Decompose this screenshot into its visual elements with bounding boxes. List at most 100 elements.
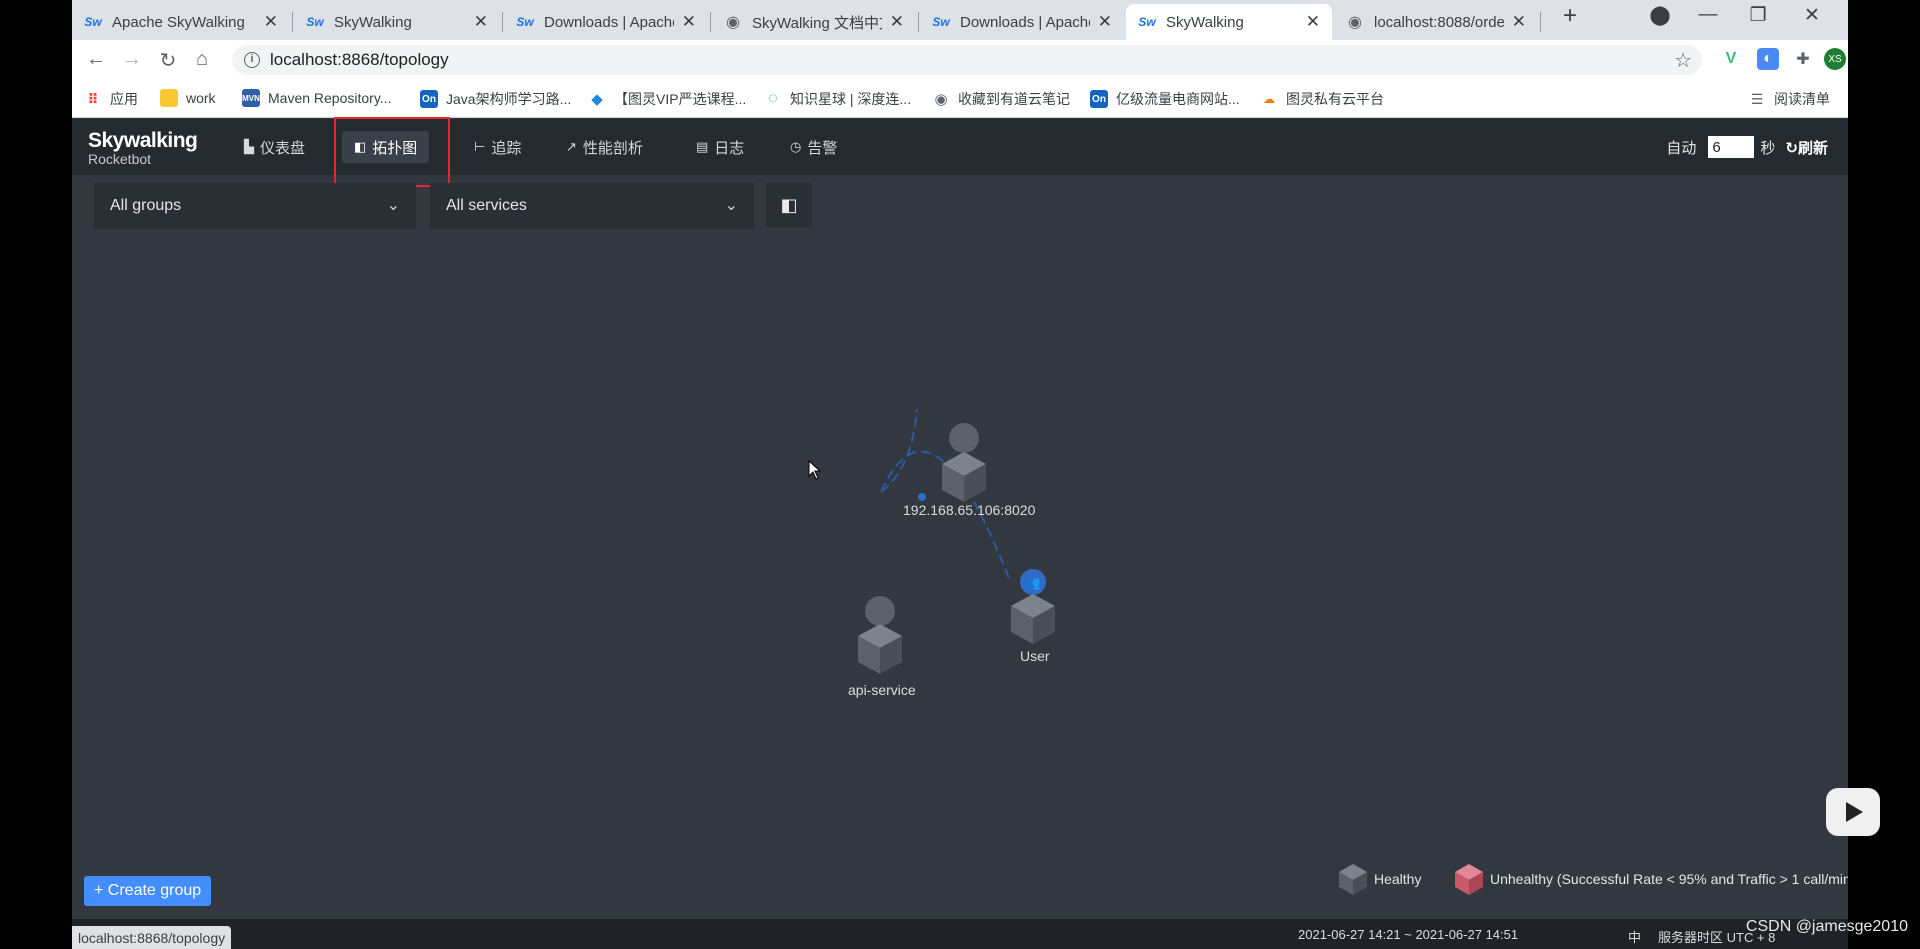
nav-alarm[interactable]: ◷ 告警: [778, 131, 849, 163]
topology-node-remote[interactable]: [942, 423, 986, 502]
create-group-button[interactable]: + Create group: [84, 876, 212, 906]
close-icon[interactable]: ✕: [474, 12, 488, 32]
auto-seconds-input[interactable]: [1708, 136, 1755, 158]
maximize-button[interactable]: ❐: [1740, 4, 1776, 27]
bookmark-star-icon[interactable]: ☆: [1674, 48, 1692, 73]
topology-graph: 👥: [858, 408, 1055, 674]
reading-list-icon: ☰: [1750, 90, 1764, 107]
group-select-value: All groups: [110, 197, 182, 214]
video-play-button[interactable]: [1826, 788, 1880, 836]
reload-button[interactable]: ↻: [154, 48, 182, 73]
nav-label: 仪表盘: [260, 139, 306, 157]
forward-button[interactable]: →: [118, 48, 146, 71]
browser-tab[interactable]: Sw Downloads | Apache ✕: [504, 4, 708, 40]
extensions-puzzle-icon[interactable]: ✚: [1792, 48, 1814, 70]
close-icon[interactable]: ✕: [1306, 12, 1320, 32]
nav-dashboard[interactable]: ▙ 仪表盘: [232, 131, 317, 163]
tab-title: SkyWalking: [334, 13, 412, 31]
legend-unhealthy-label: Unhealthy (Successful Rate < 95% and Tra…: [1490, 871, 1848, 887]
close-icon[interactable]: ✕: [682, 12, 696, 32]
home-button[interactable]: ⌂: [188, 48, 216, 71]
close-icon[interactable]: ✕: [264, 12, 278, 32]
topology-node-api-service[interactable]: [858, 596, 902, 674]
close-icon[interactable]: ✕: [1098, 12, 1112, 32]
topology-edge[interactable]: [880, 408, 918, 493]
bookmark-zsxq[interactable]: ◌ 知识星球 | 深度连...: [764, 89, 911, 109]
tab-title: SkyWalking: [1166, 13, 1244, 31]
skywalking-icon: Sw: [1138, 15, 1156, 29]
apps-grid-icon: ⠿: [87, 90, 99, 107]
browser-tab[interactable]: Sw Apache SkyWalking ✕: [72, 4, 290, 40]
bookmark-label: work: [186, 90, 216, 106]
globe-icon: ◉: [1348, 14, 1362, 31]
unhealthy-cube-icon: [1455, 864, 1483, 895]
minimize-button[interactable]: —: [1690, 4, 1726, 26]
bookmark-label: Maven Repository...: [268, 90, 392, 106]
bookmark-label: 知识星球 | 深度连...: [790, 91, 912, 107]
close-icon[interactable]: ✕: [890, 12, 904, 32]
bookmark-ecommerce[interactable]: On 亿级流量电商网站...: [1090, 89, 1240, 109]
browser-tab[interactable]: ◉ localhost:8088/orde ✕: [1334, 4, 1538, 40]
legend-healthy: Healthy: [1338, 862, 1421, 896]
skywalking-icon: Sw: [306, 15, 324, 29]
mouse-cursor-icon: [808, 460, 822, 480]
bookmark-work[interactable]: work: [160, 89, 216, 107]
back-button[interactable]: ←: [82, 48, 110, 71]
bookmark-tuling-cloud[interactable]: ☁ 图灵私有云平台: [1260, 89, 1384, 109]
extension-icon[interactable]: ◐: [1757, 48, 1779, 70]
maven-icon: MVN: [242, 89, 260, 107]
nav-trace[interactable]: ⊢ 追踪: [462, 131, 533, 163]
switch-view-button[interactable]: ◧: [766, 183, 812, 227]
node-halo: [949, 423, 979, 453]
node-label: api-service: [848, 682, 916, 698]
time-range[interactable]: 2021-06-27 14:21 ~ 2021-06-27 14:51: [1298, 927, 1518, 942]
auto-label: 自动: [1666, 139, 1697, 157]
refresh-icon: ↻: [1785, 139, 1798, 157]
chevron-down-icon: ⌄: [724, 197, 738, 214]
bookmark-java[interactable]: On Java架构师学习路...: [420, 89, 571, 109]
on-icon: On: [1090, 90, 1108, 108]
tab-title: Apache SkyWalking: [112, 13, 245, 31]
group-select[interactable]: All groups ⌄: [94, 183, 416, 229]
nav-label: 性能剖析: [582, 139, 643, 157]
skywalking-icon: Sw: [84, 15, 102, 29]
tab-title: localhost:8088/orde: [1374, 13, 1504, 31]
vue-devtools-icon[interactable]: V: [1720, 48, 1742, 70]
topology-canvas[interactable]: 👥 192.168.65.106:8020 api-service User: [72, 229, 1848, 919]
language-toggle[interactable]: 中: [1628, 927, 1641, 946]
profile-avatar[interactable]: XS: [1824, 48, 1846, 70]
tab-title: Downloads | Apache: [544, 13, 674, 31]
nav-log[interactable]: ▤ 日志: [684, 131, 756, 163]
address-bar[interactable]: i localhost:8868/topology ☆: [232, 45, 1702, 75]
bookmark-maven[interactable]: MVN Maven Repository...: [242, 89, 391, 107]
browser-tab-active[interactable]: Sw SkyWalking ✕: [1126, 4, 1332, 40]
skywalking-logo[interactable]: Skywalking Rocketbot: [88, 130, 198, 167]
site-info-icon[interactable]: i: [244, 52, 260, 68]
dashboard-icon: ▙: [244, 139, 254, 154]
bookmark-label: Java架构师学习路...: [446, 91, 572, 107]
topology-node-user[interactable]: 👥: [1011, 569, 1055, 644]
nav-profile[interactable]: ↗ 性能剖析: [554, 131, 655, 163]
browser-tab[interactable]: Sw SkyWalking ✕: [294, 4, 500, 40]
close-icon[interactable]: ✕: [1512, 12, 1526, 32]
bookmark-label: 收藏到有道云笔记: [958, 91, 1070, 107]
bookmark-label: 【图灵VIP严选课程...: [614, 91, 747, 107]
legend-unhealthy: Unhealthy (Successful Rate < 95% and Tra…: [1454, 862, 1848, 896]
browser-tab[interactable]: Sw Downloads | Apache ✕: [920, 4, 1124, 40]
new-tab-button[interactable]: +: [1552, 2, 1588, 30]
folder-icon: [160, 89, 178, 107]
refresh-button[interactable]: ↻刷新: [1785, 137, 1828, 158]
bookmark-apps[interactable]: ⠿ 应用: [84, 89, 138, 109]
cloud-icon: ☁: [1263, 92, 1275, 106]
node-halo: [865, 596, 895, 626]
tab-search-icon[interactable]: ⬤: [1642, 4, 1678, 27]
bookmark-youdao[interactable]: ◉ 收藏到有道云笔记: [932, 89, 1070, 109]
bookmark-tuling-vip[interactable]: ◆ 【图灵VIP严选课程...: [588, 89, 746, 109]
bookmark-label: 应用: [110, 91, 138, 107]
service-select[interactable]: All services ⌄: [430, 183, 754, 229]
browser-tab[interactable]: ◉ SkyWalking 文档中文 ✕: [712, 4, 916, 40]
refresh-label: 刷新: [1797, 139, 1828, 157]
close-window-button[interactable]: ✕: [1794, 4, 1830, 27]
reading-list[interactable]: ☰ 阅读清单: [1748, 89, 1830, 109]
edge-midpoint[interactable]: [918, 493, 926, 501]
